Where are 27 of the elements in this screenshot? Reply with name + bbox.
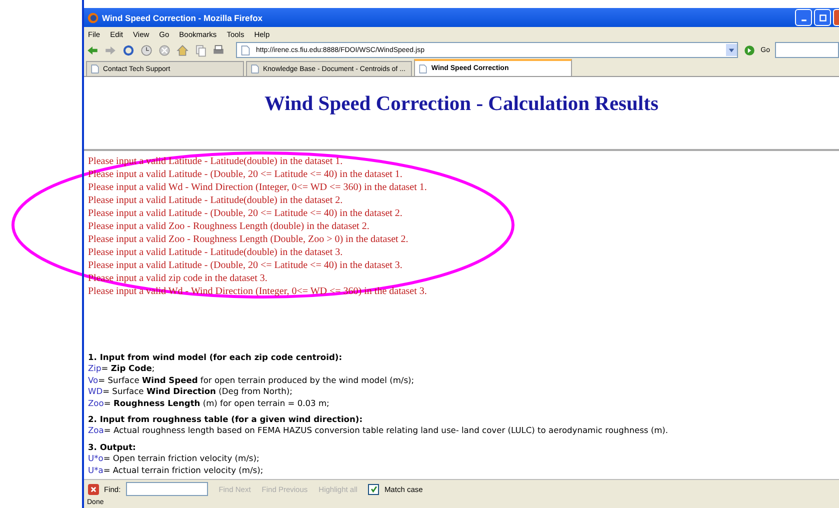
section-title: 3. Output: [88,442,137,454]
variable-name: Zoo [88,398,104,408]
variable-name: U*o [88,453,104,464]
definition-text: = Surface Wind Speed for open terrain produced by the wind model (m/s); [98,374,414,385]
error-message: Please input a valid Latitude - (Double, 20 <= Latitude <= 40) in the dataset 2. [88,207,404,220]
variable-name: Vo [88,374,98,385]
section-title: 1. Input from wind model (for each zip code centroid): [88,352,344,364]
page-heading: Wind Speed Correction - Calculation Results [264,92,660,116]
definition-text: = Roughness Length (m) for open terrain = 0.03 m; [104,398,330,408]
error-message: Please input a valid Latitude - (Double, 20 <= Latitude <= 40) in the dataset 1. [88,168,404,181]
error-message: Please input a valid Latitude - Latitude(double) in the dataset 2. [88,194,344,207]
error-message: Please input a valid Zoo - Roughness Length (double) in the dataset 2. [88,220,370,233]
error-message: Please input a valid Zoo - Roughness Length (Double, Zoo > 0) in the dataset 2. [88,233,410,246]
definition-text: = Open terrain friction velocity (m/s); [103,453,260,464]
error-message: Please input a valid Latitude - Latitude(double) in the dataset 3. [88,246,344,259]
variable-name: Zoa [88,425,104,436]
window-title: Wind Speed Correction - Mozilla Firefox [102,12,264,22]
definition-text: = Actual roughness length based on FEMA HAZUS conversion table relating land use- land cover (LULC) to aerodynamic roughness (m). [104,425,668,436]
definition-text: = Zip Code; [101,363,155,374]
error-message: Please input a valid Wd - Wind Direction (Integer, 0<= WD <= 360) in the dataset 1. [88,181,428,194]
variable-name: WD [88,386,103,396]
definition-text: = Actual terrain friction velocity (m/s); [103,464,264,475]
section-title: 2. Input from roughness table (for a given wind direction): [88,414,364,426]
variable-name: U*a [88,464,104,475]
error-message: Please input a valid Latitude - (Double, 20 <= Latitude <= 40) in the dataset 3. [88,259,404,272]
definition-text: = Surface Wind Direction (Deg from North); [102,386,292,396]
variable-name: Zip [88,363,102,374]
